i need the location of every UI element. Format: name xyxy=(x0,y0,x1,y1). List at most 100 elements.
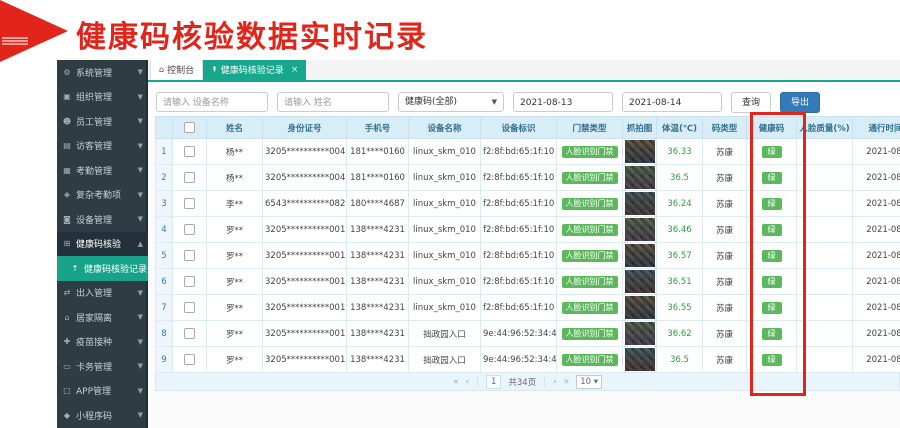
checkbox-cell xyxy=(173,139,207,165)
snapshot-image[interactable] xyxy=(625,296,655,319)
sidebar-item-label: 复杂考勤项 xyxy=(76,188,121,201)
export-button[interactable]: 导出 xyxy=(780,92,820,113)
pass-time-cell: 2021-08- xyxy=(853,269,900,295)
health-code-badge: 绿 xyxy=(762,198,782,210)
record-icon: ↟ xyxy=(211,65,218,74)
close-icon[interactable]: × xyxy=(291,65,299,75)
tab-console[interactable]: ⌂ 控制台 xyxy=(150,60,203,80)
sidebar-item[interactable]: ⚙系统管理▼ xyxy=(57,60,148,85)
select-all-header xyxy=(173,117,207,139)
row-checkbox[interactable] xyxy=(184,198,195,209)
row-checkbox[interactable] xyxy=(184,276,195,287)
sidebar-item[interactable]: ◈复杂考勤项▼ xyxy=(57,183,148,208)
snapshot-image[interactable] xyxy=(625,348,655,371)
snapshot-cell xyxy=(623,217,657,243)
snapshot-image[interactable] xyxy=(625,140,655,163)
sidebar-item[interactable]: ▭卡务管理▼ xyxy=(57,354,148,379)
sidebar-item-label: 健康码核验 xyxy=(76,237,121,250)
tab-bar: ⌂ 控制台 ↟ 健康码核验记录 × xyxy=(148,60,900,82)
snapshot-cell xyxy=(623,139,657,165)
row-checkbox[interactable] xyxy=(184,328,195,339)
sidebar-item-label: 出入管理 xyxy=(76,286,112,299)
access-type-badge: 人脸识别门禁 xyxy=(562,146,618,158)
sidebar-item[interactable]: ⇄出入管理▼ xyxy=(57,281,148,306)
row-checkbox[interactable] xyxy=(184,354,195,365)
health-code-badge: 绿 xyxy=(762,354,782,366)
snapshot-image[interactable] xyxy=(625,166,655,189)
sidebar-item[interactable]: □APP管理▼ xyxy=(57,379,148,404)
first-page-button[interactable]: « xyxy=(453,377,459,387)
sidebar-item[interactable]: ◙设备管理▼ xyxy=(57,207,148,232)
snapshot-image[interactable] xyxy=(625,244,655,267)
sidebar-item[interactable]: ⊞健康码核验▲ xyxy=(57,232,148,257)
sidebar-item[interactable]: ▦考勤管理▼ xyxy=(57,158,148,183)
access-type-badge: 人脸识别门禁 xyxy=(562,224,618,236)
row-checkbox[interactable] xyxy=(184,250,195,261)
tab-healthcode-records[interactable]: ↟ 健康码核验记录 × xyxy=(203,60,306,80)
face-quality-cell xyxy=(797,191,853,217)
logo-text-smudge xyxy=(2,36,28,46)
face-quality-cell xyxy=(797,269,853,295)
health-code-cell: 绿 xyxy=(747,139,797,165)
sidebar-item[interactable]: ▣组织管理▼ xyxy=(57,85,148,110)
face-quality-cell xyxy=(797,347,853,373)
snapshot-image[interactable] xyxy=(625,218,655,241)
pass-time-cell: 2021-08- xyxy=(853,165,900,191)
row-number: 6 xyxy=(156,269,173,295)
row-checkbox[interactable] xyxy=(184,224,195,235)
row-checkbox[interactable] xyxy=(184,302,195,313)
sidebar-item[interactable]: ⌂居家隔离▼ xyxy=(57,305,148,330)
chevron-down-icon: ▾ xyxy=(594,377,598,387)
row-checkbox[interactable] xyxy=(184,172,195,183)
health-code-badge: 绿 xyxy=(762,276,782,288)
prev-page-button[interactable]: ‹ xyxy=(465,377,469,387)
last-page-button[interactable]: » xyxy=(564,377,570,387)
face-quality-cell xyxy=(797,295,853,321)
device-name-input[interactable]: 请输入 设备名称 xyxy=(156,92,268,112)
sidebar-item-label: 疫苗接种 xyxy=(76,335,112,348)
sidebar-item[interactable]: ☻员工管理▼ xyxy=(57,109,148,134)
device-id-cell: 9e:44:96:52:34:40 xyxy=(481,347,557,373)
name-cell: 李** xyxy=(207,191,263,217)
staff-icon: ☻ xyxy=(62,117,72,126)
snapshot-cell xyxy=(623,191,657,217)
red-arrow-logo xyxy=(0,0,68,62)
sidebar-item[interactable]: ✚疫苗接种▼ xyxy=(57,330,148,355)
health-code-badge: 绿 xyxy=(762,250,782,262)
sidebar-item[interactable]: ↑健康码核验记录 xyxy=(57,256,148,281)
device-id-cell: 9e:44:96:52:34:40 xyxy=(481,321,557,347)
face-quality-cell xyxy=(797,217,853,243)
snapshot-cell xyxy=(623,165,657,191)
chevron-down-icon: ▼ xyxy=(138,117,143,125)
name-cell: 罗** xyxy=(207,347,263,373)
table-row: 1杨**3205**********0046181****0160linux_s… xyxy=(156,139,900,165)
page-size-select[interactable]: 10 ▾ xyxy=(576,375,602,389)
health-code-select-value: 健康码(全部) xyxy=(405,92,457,112)
snapshot-image[interactable] xyxy=(625,322,655,345)
snapshot-image[interactable] xyxy=(625,270,655,293)
next-page-button[interactable]: › xyxy=(553,377,557,387)
select-all-checkbox[interactable] xyxy=(184,122,195,133)
snapshot-image[interactable] xyxy=(625,192,655,215)
health-code-cell: 绿 xyxy=(747,347,797,373)
temperature-cell: 36.5 xyxy=(657,347,703,373)
sidebar-item[interactable]: ◆小程序码▼ xyxy=(57,403,148,428)
current-page[interactable]: 1 xyxy=(486,375,501,389)
health-code-select[interactable]: 健康码(全部) ▼ xyxy=(398,92,504,112)
person-name-input[interactable]: 请输入 姓名 xyxy=(277,92,389,112)
temperature-cell: 36.62 xyxy=(657,321,703,347)
health-code-badge: 绿 xyxy=(762,328,782,340)
sidebar-item[interactable]: ▤访客管理▼ xyxy=(57,134,148,159)
face-quality-cell xyxy=(797,321,853,347)
date-from-input[interactable]: 2021-08-13 xyxy=(513,92,613,112)
row-number: 5 xyxy=(156,243,173,269)
device-name-cell: linux_skm_010 xyxy=(409,191,481,217)
query-button[interactable]: 查询 xyxy=(731,92,771,113)
device-name-cell: linux_skm_010 xyxy=(409,295,481,321)
column-header: 设备标识 xyxy=(481,117,557,139)
row-checkbox[interactable] xyxy=(184,146,195,157)
row-number-header xyxy=(156,117,173,139)
checkbox-cell xyxy=(173,321,207,347)
temperature-cell: 36.57 xyxy=(657,243,703,269)
date-to-input[interactable]: 2021-08-14 xyxy=(622,92,722,112)
